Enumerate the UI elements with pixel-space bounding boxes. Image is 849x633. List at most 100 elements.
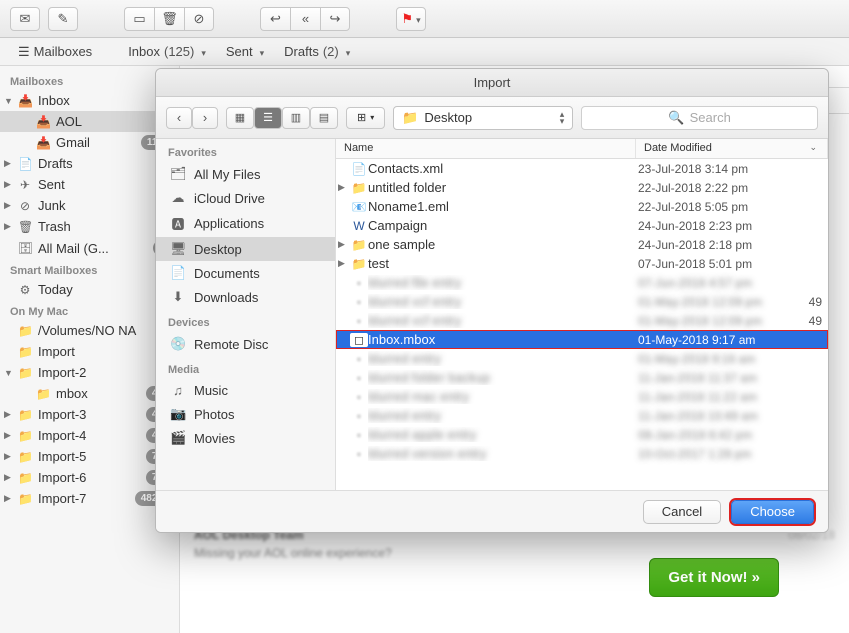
finder-sidebar-item[interactable]: 🅰Applications (156, 210, 335, 237)
sidebar-item[interactable]: ▼📁Import-2 (0, 362, 179, 383)
view-columns-icon[interactable]: ▥ (282, 107, 310, 129)
finder-sidebar-item[interactable]: 🖥Desktop (156, 237, 335, 261)
junk-icon[interactable]: ⊘ (184, 7, 214, 31)
file-row[interactable]: ▫blurred entry01-May-2018 9:16 am (336, 349, 828, 368)
sidebar-item[interactable]: ▼ 📥 Inbox (0, 90, 179, 111)
get-mail-icon[interactable]: ✉ (10, 7, 40, 31)
sidebar-item-label: Inbox (38, 93, 70, 108)
file-row[interactable]: ▫blurred folder backup11-Jan-2018 11:37 … (336, 368, 828, 387)
cancel-button[interactable]: Cancel (643, 500, 721, 524)
flag-icon[interactable]: ⚑ (396, 7, 426, 31)
file-row[interactable]: ▶📁untitled folder22-Jul-2018 2:22 pm (336, 178, 828, 197)
promo-button[interactable]: Get it Now! » (649, 558, 779, 597)
file-row[interactable]: ▫blurred entry11-Jan-2018 10:49 am (336, 406, 828, 425)
file-row[interactable]: 📄Contacts.xml23-Jul-2018 3:14 pm (336, 159, 828, 178)
sidebar-item[interactable]: 📥Gmail117 (0, 132, 179, 153)
mailboxes-button[interactable]: ☰ Mailboxes (10, 42, 100, 62)
disclosure-icon[interactable]: ▶ (338, 182, 345, 193)
finder-sidebar-item[interactable]: 📷Photos (156, 402, 335, 426)
sidebar-item[interactable]: 📁Import (0, 341, 179, 362)
column-date[interactable]: Date Modified ⌄ (636, 139, 828, 158)
finder-sidebar-item[interactable]: ♫Music (156, 379, 335, 402)
compose-icon[interactable]: ✎ (48, 7, 78, 31)
reply-icon[interactable]: ↩ (260, 7, 290, 31)
forward-icon[interactable]: ↪ (320, 7, 350, 31)
choose-button[interactable]: Choose (731, 500, 814, 524)
sidebar-item[interactable]: ▶📁Import-349 (0, 404, 179, 425)
file-name: blurred vcf entry (368, 294, 638, 309)
file-row[interactable]: ▫blurred apple entry08-Jan-2018 6:42 pm (336, 425, 828, 444)
file-row[interactable]: ▶📁one sample24-Jun-2018 2:18 pm (336, 235, 828, 254)
sidebar-item-label: Import-5 (38, 449, 86, 464)
sidebar-item[interactable]: ▶📁Import-449 (0, 425, 179, 446)
cloud-icon: ☁ (170, 190, 186, 206)
apps-icon: 🅰 (170, 214, 186, 233)
sidebar-item[interactable]: 📁mbox49 (0, 383, 179, 404)
group-by-button[interactable]: ⊞▾ (346, 107, 385, 129)
view-gallery-icon[interactable]: ▤ (310, 107, 338, 129)
sidebar-item[interactable]: 📁/Volumes/NO NA (0, 320, 179, 341)
sidebar-item[interactable]: ▶📄Drafts (0, 153, 179, 174)
tab-inbox[interactable]: Inbox (125) (120, 42, 214, 61)
tab-sent[interactable]: Sent (218, 42, 272, 61)
finder-sidebar-item[interactable]: 📄Documents (156, 261, 335, 285)
file-date: 01-May-2018 12:09 pm (638, 314, 762, 328)
tab-drafts[interactable]: Drafts (2) (276, 42, 358, 61)
inbox-icon: 📥 (18, 94, 32, 108)
file-row[interactable]: ▫blurred mac entry11-Jan-2018 11:22 am (336, 387, 828, 406)
disclosure-icon[interactable]: ▼ (4, 368, 13, 378)
sidebar-item[interactable]: 📥AOL (0, 111, 179, 132)
disclosure-icon[interactable]: ▶ (4, 179, 11, 190)
finder-sidebar-item[interactable]: 💿Remote Disc (156, 332, 335, 356)
file-extra: 49 (799, 295, 822, 309)
finder-sidebar-item[interactable]: ☁iCloud Drive (156, 186, 335, 210)
file-row[interactable]: 📧Noname1.eml22-Jul-2018 5:05 pm (336, 197, 828, 216)
reply-all-icon[interactable]: « (290, 7, 320, 31)
sidebar-item[interactable]: ▶🗑Trash (0, 216, 179, 237)
archive-icon[interactable]: ▭ (124, 7, 154, 31)
disclosure-icon[interactable]: ▶ (4, 493, 11, 504)
disclosure-icon[interactable]: ▶ (4, 200, 11, 211)
sidebar-item[interactable]: ▶📁Import-74826 (0, 488, 179, 509)
file-row[interactable]: ▫blurred vcf entry01-May-2018 12:09 pm49 (336, 311, 828, 330)
sidebar-item[interactable]: ▶📁Import-674 (0, 467, 179, 488)
disclosure-icon[interactable]: ▶ (4, 451, 11, 462)
finder-sidebar-item[interactable]: 🎬Movies (156, 426, 335, 450)
sidebar-item[interactable]: ⚙Today (0, 279, 179, 300)
file-row[interactable]: ▫blurred version entry10-Oct-2017 1:28 p… (336, 444, 828, 463)
file-row[interactable]: ▫blurred file entry07-Jun-2018 4:57 pm (336, 273, 828, 292)
finder-sidebar-item[interactable]: ⬇Downloads (156, 285, 335, 309)
nav-back-icon[interactable]: ‹ (166, 107, 192, 129)
sidebar-item[interactable]: ▶✈Sent (0, 174, 179, 195)
file-row[interactable]: ◻Inbox.mbox01-May-2018 9:17 am (336, 330, 828, 349)
search-input[interactable]: 🔍 Search (581, 106, 818, 130)
junk-icon: ⊘ (18, 199, 32, 213)
column-name[interactable]: Name (336, 139, 636, 158)
disclosure-icon[interactable]: ▼ (4, 96, 13, 106)
disclosure-icon[interactable]: ▶ (338, 258, 345, 269)
path-selector[interactable]: 📁 Desktop ▴▾ (393, 106, 573, 130)
disclosure-icon[interactable]: ▶ (4, 221, 11, 232)
file-row[interactable]: ▫blurred vcf entry01-May-2018 12:09 pm49 (336, 292, 828, 311)
folder-icon: 📁 (18, 345, 32, 359)
file-row[interactable]: WCampaign24-Jun-2018 2:23 pm (336, 216, 828, 235)
disclosure-icon[interactable]: ▶ (4, 409, 11, 420)
view-icons-icon[interactable]: ▦ (226, 107, 254, 129)
sidebar-item-label: /Volumes/NO NA (38, 323, 136, 338)
file-row[interactable]: ▶📁test07-Jun-2018 5:01 pm (336, 254, 828, 273)
delete-icon[interactable]: 🗑 (154, 7, 184, 31)
nav-forward-icon[interactable]: › (192, 107, 218, 129)
disclosure-icon[interactable]: ▶ (4, 430, 11, 441)
sidebar-item[interactable]: ▶📁Import-576 (0, 446, 179, 467)
sidebar-item[interactable]: 🗄All Mail (G...1 (0, 237, 179, 259)
sidebar-item[interactable]: ▶⊘Junk (0, 195, 179, 216)
file-list-body[interactable]: 📄Contacts.xml23-Jul-2018 3:14 pm▶📁untitl… (336, 159, 828, 490)
disclosure-icon[interactable]: ▶ (4, 472, 11, 483)
finder-sidebar-item[interactable]: 🗂All My Files (156, 162, 335, 186)
disclosure-icon[interactable]: ▶ (4, 158, 11, 169)
finder-section-header: Devices (156, 309, 335, 332)
view-list-icon[interactable]: ☰ (254, 107, 282, 129)
finder-sidebar-label: Photos (194, 407, 234, 422)
disclosure-icon[interactable]: ▶ (338, 239, 345, 250)
file-icon: ▫ (350, 314, 368, 328)
